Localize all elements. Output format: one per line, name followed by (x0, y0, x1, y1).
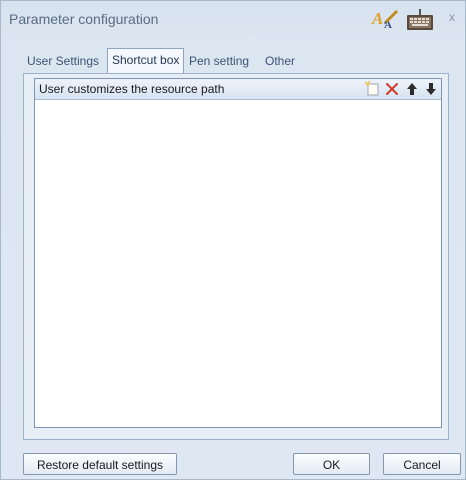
parameter-config-dialog: Parameter configuration A A x User Setti… (0, 0, 466, 480)
move-up-icon[interactable] (404, 81, 420, 100)
list-header-title: User customizes the resource path (39, 82, 225, 96)
close-button[interactable]: x (449, 10, 455, 24)
delete-icon[interactable] (384, 81, 400, 100)
list-header: User customizes the resource path (35, 79, 441, 100)
keyboard-icon[interactable] (405, 9, 435, 34)
text-style-icon[interactable]: A A (371, 9, 399, 32)
new-item-icon[interactable] (364, 80, 381, 100)
window-title: Parameter configuration (9, 11, 159, 27)
resource-path-list[interactable]: User customizes the resource path (34, 78, 442, 428)
tab-other[interactable]: Other (261, 51, 299, 72)
restore-default-button[interactable]: Restore default settings (23, 453, 177, 475)
tab-user-settings[interactable]: User Settings (23, 51, 103, 72)
svg-text:A: A (371, 9, 383, 28)
ok-button[interactable]: OK (293, 453, 370, 475)
tab-content-panel: User customizes the resource path (23, 73, 449, 440)
title-bar: Parameter configuration A A x (1, 1, 465, 35)
tab-shortcut-box[interactable]: Shortcut box (107, 48, 185, 73)
tab-strip: User Settings Shortcut box Pen setting O… (23, 48, 323, 73)
move-down-icon[interactable] (423, 81, 439, 100)
cancel-button[interactable]: Cancel (383, 453, 461, 475)
tab-pen-setting[interactable]: Pen setting (185, 51, 253, 72)
